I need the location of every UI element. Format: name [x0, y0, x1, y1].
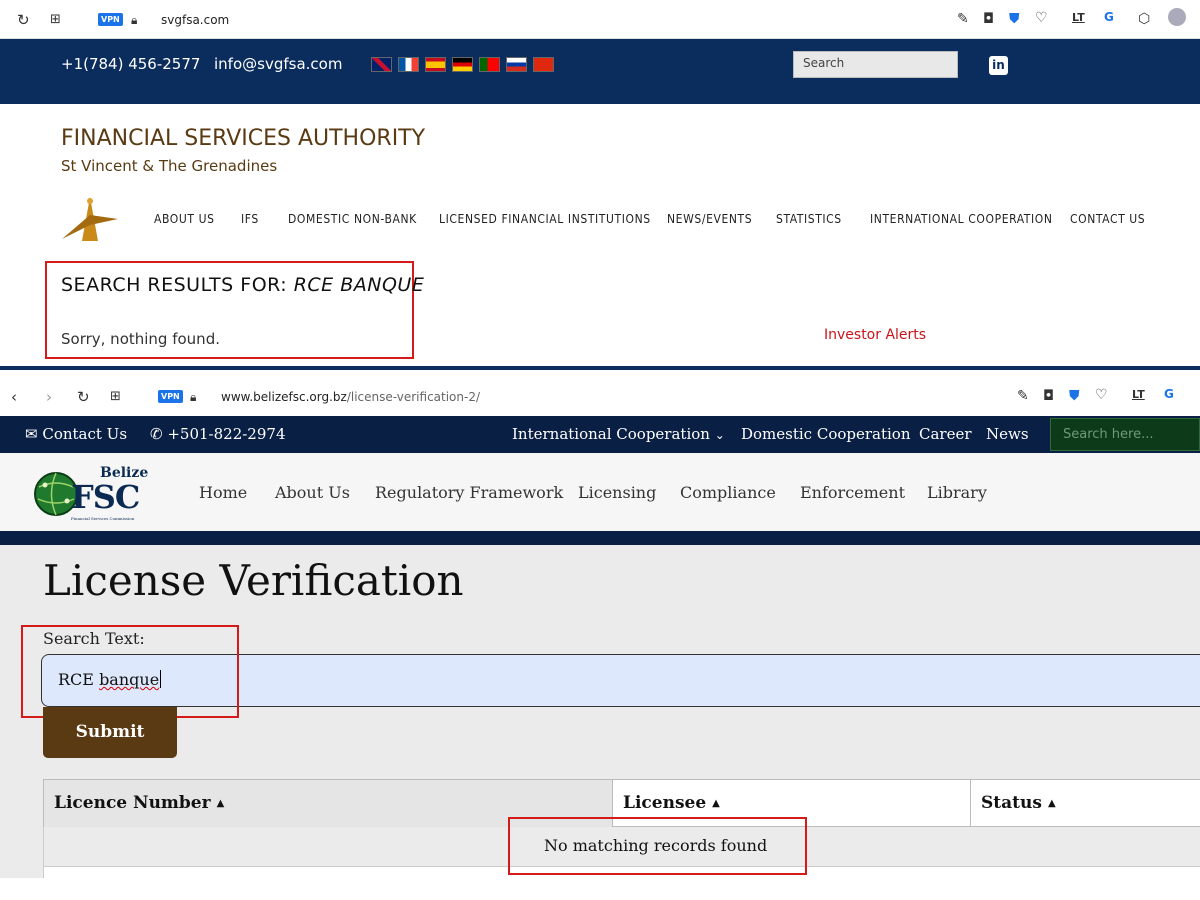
highlight-box-search-input [21, 625, 239, 718]
search-results-heading: SEARCH RESULTS FOR: RCE BANQUE [61, 274, 425, 296]
extensions-cube-icon[interactable]: ⬡ [1138, 11, 1150, 27]
nav-licensing[interactable]: Licensing [578, 483, 656, 502]
nav-international-cooperation[interactable]: INTERNATIONAL COOPERATION [870, 212, 1053, 226]
heart-icon[interactable]: ♡ [1035, 10, 1048, 26]
highlight-box-no-records [508, 817, 807, 875]
nav-statistics[interactable]: STATISTICS [776, 212, 842, 226]
site-title[interactable]: FINANCIAL SERVICES AUTHORITY [61, 126, 425, 151]
nav-contact-us[interactable]: CONTACT US [1070, 212, 1145, 226]
flag-germany-icon[interactable] [452, 57, 473, 72]
nav-compliance[interactable]: Compliance [680, 483, 776, 502]
browser-toolbar-bottom: ‹ › ↻ ⊞ VPN 🔒︎ www.belizefsc.org.bz/lice… [0, 378, 1200, 416]
site-subtitle: St Vincent & The Grenadines [61, 157, 278, 175]
language-tool-icon[interactable]: LT [1072, 11, 1085, 24]
lock-icon[interactable]: 🔒︎ [190, 388, 196, 406]
chevron-down-icon: ⌄ [714, 428, 725, 442]
page-title: License Verification [43, 556, 464, 605]
nav-domestic-cooperation[interactable]: Domestic Cooperation [741, 425, 911, 443]
flag-russia-icon[interactable] [506, 57, 527, 72]
nav-news[interactable]: News [986, 425, 1029, 443]
sort-asc-icon: ▲ [1047, 798, 1056, 809]
shield-icon[interactable]: ⛊ [1069, 388, 1080, 404]
edit-icon[interactable]: ✎ [957, 11, 969, 27]
phone-text[interactable]: +1(784) 456-2577 [61, 55, 200, 73]
logo-text-commission: Financial Services Commission [71, 516, 135, 521]
apps-grid-icon[interactable]: ⊞ [110, 388, 121, 406]
heart-icon[interactable]: ♡ [1095, 387, 1108, 403]
translate-icon[interactable]: G [1104, 10, 1114, 24]
screenshot-divider [0, 366, 1200, 370]
shield-icon[interactable]: ⛊ [1009, 11, 1020, 27]
nav-ifs[interactable]: IFS [241, 212, 259, 226]
reload-icon[interactable]: ↻ [17, 11, 30, 29]
translate-icon[interactable]: G [1164, 387, 1174, 401]
flag-uk-icon[interactable] [371, 57, 392, 72]
logo-text-fsc: FSC [71, 478, 140, 516]
language-tool-icon[interactable]: LT [1132, 388, 1145, 401]
apps-grid-icon[interactable]: ⊞ [50, 11, 61, 29]
svgfsa-topbar: +1(784) 456-2577 info@svgfsa.com Search … [0, 39, 1200, 104]
flag-spain-icon[interactable] [425, 57, 446, 72]
nav-home[interactable]: Home [199, 483, 247, 502]
browser-toolbar-top: ↻ ⊞ VPN 🔒︎ svgfsa.com ✎ ◘ ⛊ ♡ LT G ⬡ [0, 0, 1200, 39]
no-results-message: Sorry, nothing found. [61, 330, 220, 348]
forward-icon[interactable]: › [46, 388, 52, 406]
email-link[interactable]: info@svgfsa.com [214, 55, 342, 73]
nav-international-cooperation[interactable]: International Cooperation ⌄ [512, 425, 725, 443]
investor-alerts-link[interactable]: Investor Alerts [824, 327, 926, 343]
nav-licensed-financial-institutions[interactable]: LICENSED FINANCIAL INSTITUTIONS [439, 212, 651, 226]
belize-fsc-logo[interactable]: Belize FSC Financial Services Commission [33, 465, 153, 521]
nav-about-us[interactable]: ABOUT US [154, 212, 215, 226]
flag-china-icon[interactable] [533, 57, 554, 72]
camera-icon[interactable]: ◘ [983, 11, 994, 27]
vpn-badge[interactable]: VPN [98, 13, 123, 26]
profile-avatar-icon[interactable] [1168, 8, 1186, 26]
search-query: RCE BANQUE [293, 274, 425, 296]
flag-france-icon[interactable] [398, 57, 419, 72]
back-icon[interactable]: ‹ [11, 388, 17, 406]
phone-link[interactable]: ✆ +501-822-2974 [150, 425, 285, 443]
nav-enforcement[interactable]: Enforcement [800, 483, 905, 502]
nav-about-us[interactable]: About Us [275, 483, 350, 502]
belize-main-nav: Belize FSC Financial Services Commission… [0, 453, 1200, 531]
nav-divider-strip [0, 531, 1200, 545]
belize-topbar: ✉ Contact Us ✆ +501-822-2974 Internation… [0, 416, 1200, 453]
belize-search-input[interactable]: Search here... [1050, 418, 1200, 451]
edit-icon[interactable]: ✎ [1017, 388, 1029, 404]
nav-news-events[interactable]: NEWS/EVENTS [667, 212, 752, 226]
nav-domestic-non-bank[interactable]: DOMESTIC NON-BANK [288, 212, 417, 226]
column-status[interactable]: Status ▲ [971, 780, 1200, 828]
contact-us-link[interactable]: ✉ Contact Us [25, 425, 127, 443]
nav-regulatory-framework[interactable]: Regulatory Framework [375, 483, 563, 502]
fsa-logo-icon[interactable] [60, 195, 120, 243]
linkedin-icon[interactable]: in [989, 56, 1008, 75]
sort-asc-icon: ▲ [712, 798, 720, 809]
lock-icon[interactable]: 🔒︎ [131, 11, 137, 29]
address-bar-url[interactable]: svgfsa.com [161, 13, 229, 27]
nav-library[interactable]: Library [927, 483, 987, 502]
camera-icon[interactable]: ◘ [1043, 388, 1054, 404]
nav-career[interactable]: Career [919, 425, 972, 443]
address-bar-url[interactable]: www.belizefsc.org.bz/license-verificatio… [221, 390, 480, 404]
reload-icon[interactable]: ↻ [77, 388, 90, 406]
svgfsa-search-input[interactable]: Search [793, 51, 958, 78]
sort-asc-icon: ▲ [216, 798, 225, 809]
flag-portugal-icon[interactable] [479, 57, 500, 72]
vpn-badge[interactable]: VPN [158, 390, 183, 403]
submit-button[interactable]: Submit [43, 707, 177, 758]
